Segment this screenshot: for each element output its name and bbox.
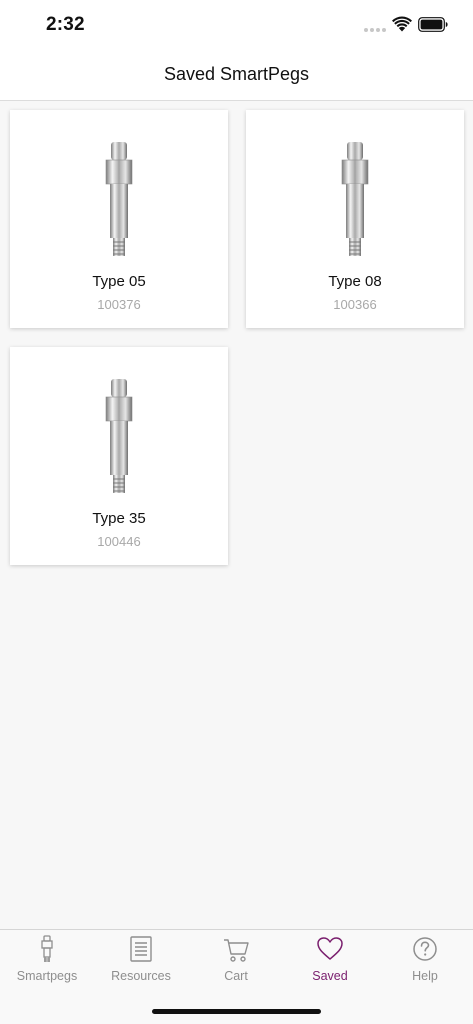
saved-grid: Type 05 100376 Type 08 100366 Type 35 10… [0, 101, 473, 929]
tab-saved[interactable]: Saved [283, 930, 377, 990]
tab-help[interactable]: Help [378, 930, 472, 990]
tab-label: Cart [224, 969, 248, 983]
document-icon [130, 936, 152, 962]
page-title: Saved SmartPegs [163, 64, 310, 84]
battery-icon [418, 17, 448, 32]
card-code: 100376 [97, 297, 141, 312]
smartpeg-card[interactable]: Type 35 100446 [10, 347, 228, 565]
smartpeg-image [341, 142, 369, 256]
status-bar: 2:32 [0, 0, 473, 50]
card-title: Type 05 [92, 273, 146, 290]
tab-label: Smartpegs [16, 969, 78, 983]
cellular-signal-icon [364, 28, 386, 32]
smartpeg-icon [41, 935, 53, 962]
wifi-icon [392, 16, 412, 32]
tab-bar: Smartpegs Resources Cart Saved Help [0, 929, 473, 1024]
tab-cart[interactable]: Cart [189, 930, 283, 990]
heart-icon [317, 937, 343, 960]
help-icon [413, 937, 437, 961]
smartpeg-card[interactable]: Type 08 100366 [246, 110, 464, 328]
navigation-bar: Saved SmartPegs [0, 50, 473, 101]
card-code: 100366 [333, 297, 377, 312]
smartpeg-card[interactable]: Type 05 100376 [10, 110, 228, 328]
tab-label: Resources [111, 969, 171, 983]
tab-smartpegs[interactable]: Smartpegs [0, 930, 94, 990]
card-code: 100446 [97, 534, 141, 549]
card-title: Type 35 [92, 510, 146, 527]
tab-label: Saved [312, 969, 348, 983]
status-time: 2:32 [46, 14, 85, 35]
home-indicator [152, 1009, 321, 1014]
cart-icon [224, 939, 249, 962]
card-title: Type 08 [328, 273, 382, 290]
tab-label: Help [412, 969, 438, 983]
smartpeg-image [105, 142, 133, 256]
tab-resources[interactable]: Resources [94, 930, 188, 990]
smartpeg-image [105, 379, 133, 493]
